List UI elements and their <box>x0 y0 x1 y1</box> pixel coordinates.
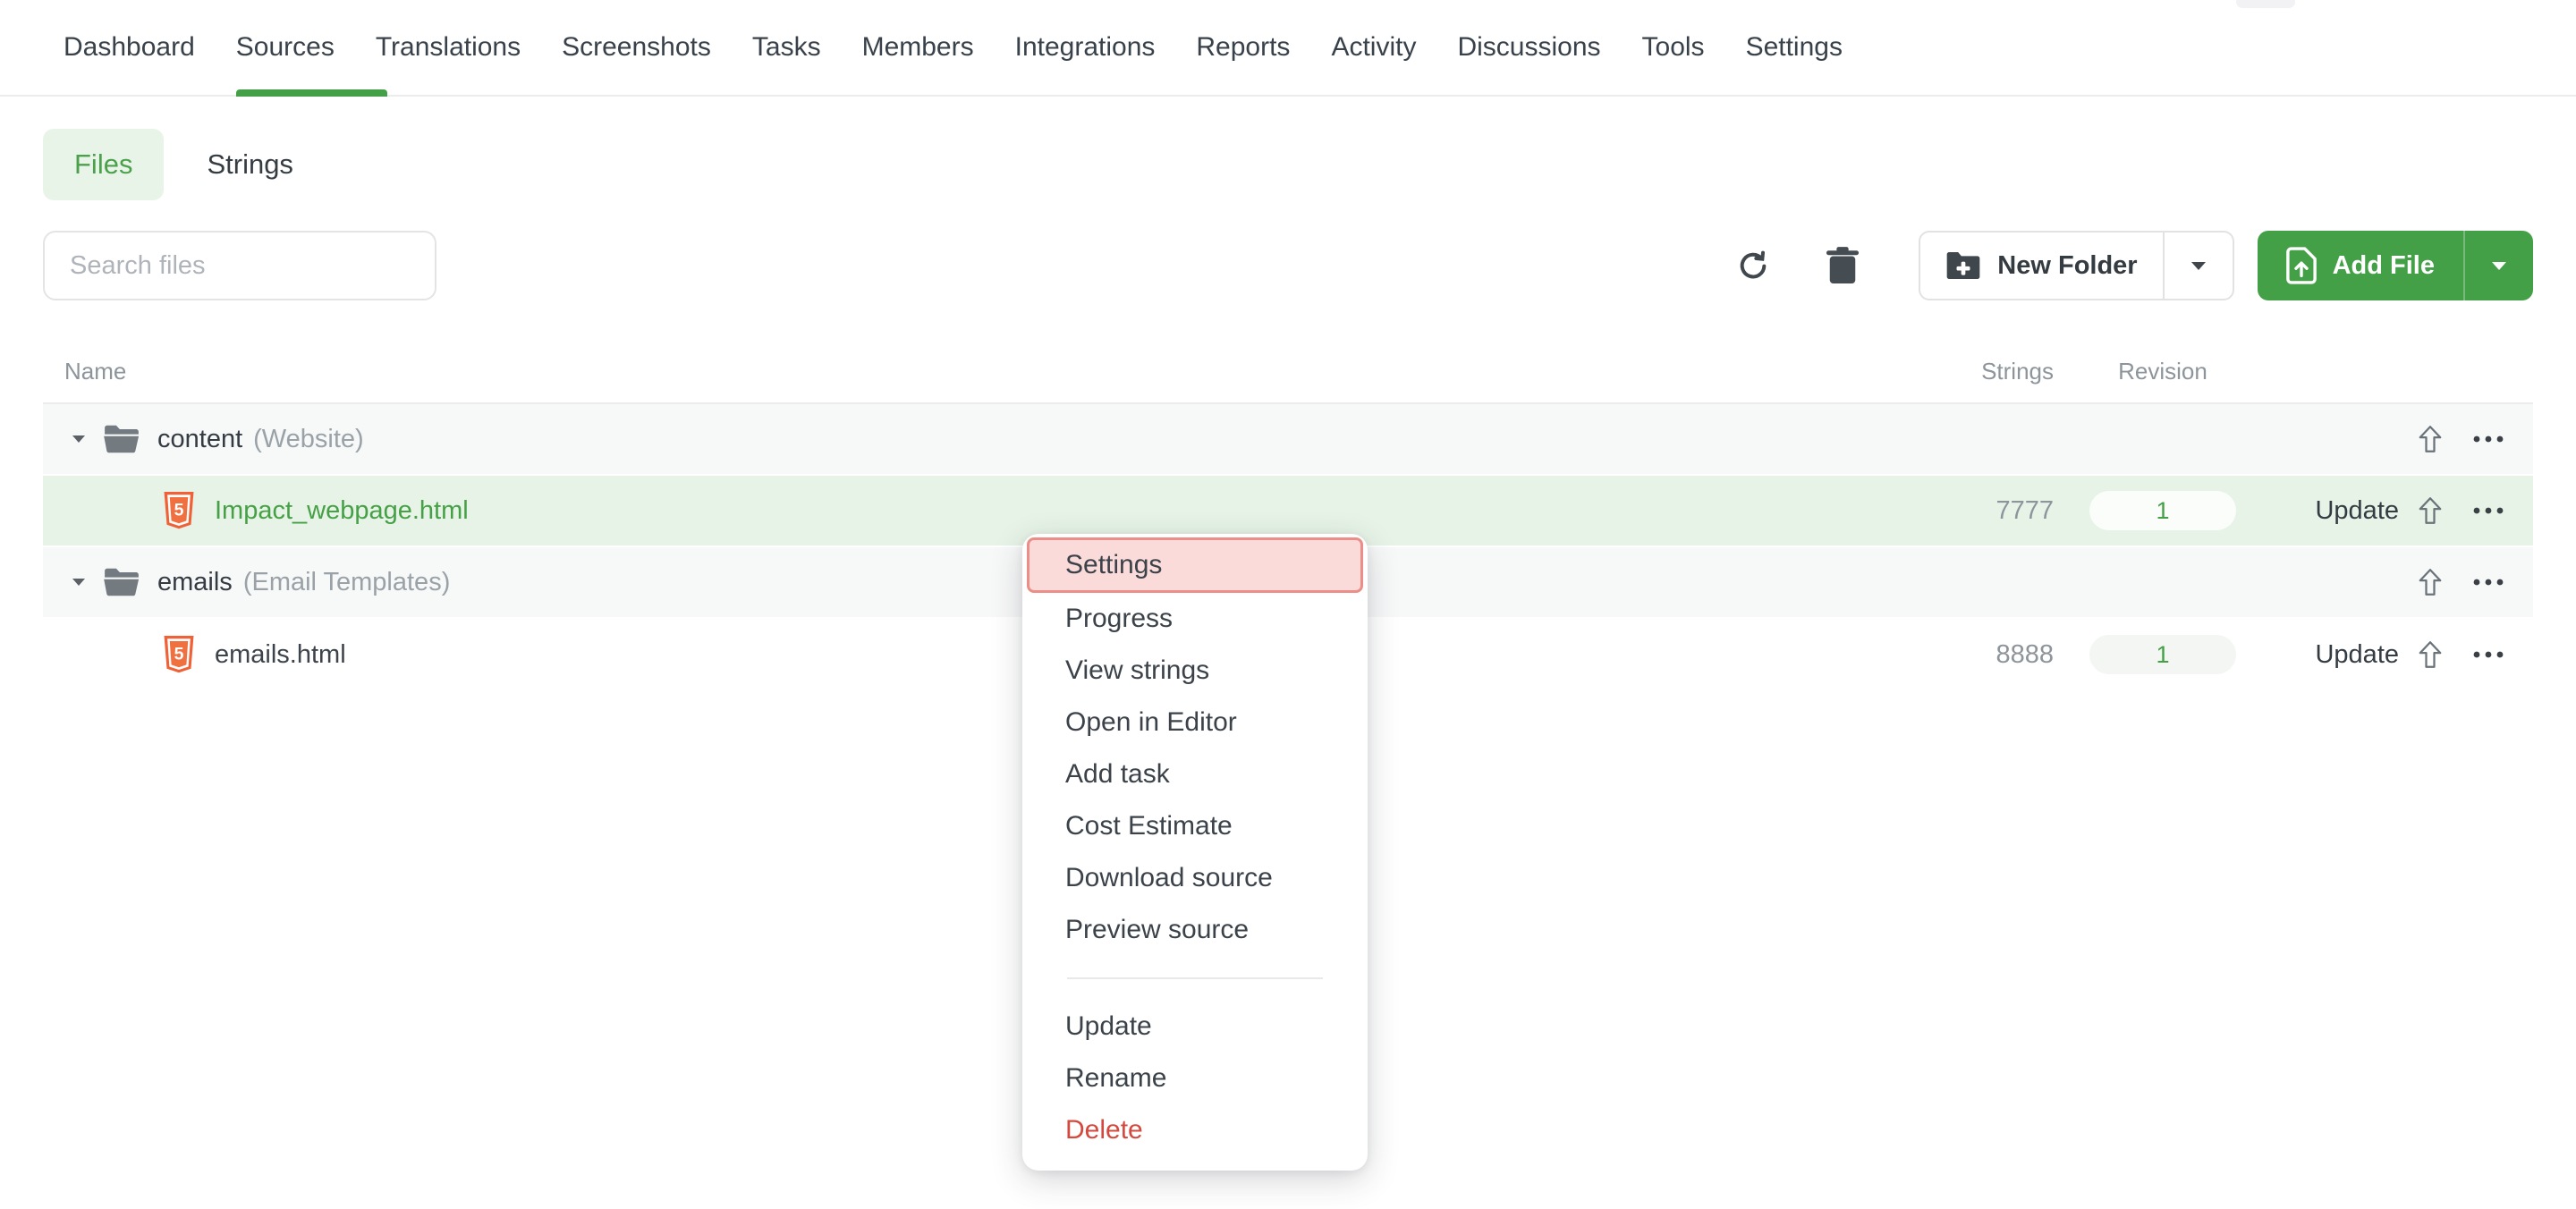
add-file-button-group: Add File <box>2258 231 2533 300</box>
ellipsis-icon <box>2472 578 2504 587</box>
menu-item-rename[interactable]: Rename <box>1022 1053 1368 1104</box>
nav-item-translations[interactable]: Translations <box>355 0 541 95</box>
add-file-button[interactable]: Add File <box>2258 231 2463 300</box>
collapse-caret[interactable] <box>61 434 97 444</box>
folder-note: (Website) <box>253 425 364 454</box>
search-input[interactable] <box>43 231 436 300</box>
strings-count: 7777 <box>1996 496 2054 525</box>
file-upload-icon <box>2286 247 2317 284</box>
new-folder-label: New Folder <box>1997 251 2137 281</box>
menu-item-delete[interactable]: Delete <box>1022 1104 1368 1156</box>
row-more-button[interactable] <box>2462 578 2515 587</box>
nav-item-dashboard[interactable]: Dashboard <box>43 0 216 95</box>
tab-files[interactable]: Files <box>43 129 164 200</box>
upload-arrow-icon <box>2417 639 2444 670</box>
svg-text:5: 5 <box>174 644 184 664</box>
folder-icon <box>102 423 141 455</box>
column-header-name: Name <box>64 358 1946 385</box>
new-folder-button[interactable]: New Folder <box>1920 232 2162 299</box>
sources-subtabs: Files Strings <box>43 129 2533 200</box>
delete-selected-button[interactable] <box>1822 245 1863 286</box>
chevron-down-icon <box>2189 259 2208 272</box>
menu-item-preview-source[interactable]: Preview source <box>1022 904 1368 956</box>
upload-translations-button[interactable] <box>2399 424 2462 454</box>
folder-icon <box>102 566 141 598</box>
refresh-icon <box>1735 248 1771 283</box>
revision-badge: 1 <box>2089 635 2236 674</box>
ellipsis-icon <box>2472 506 2504 515</box>
menu-item-add-task[interactable]: Add task <box>1022 748 1368 800</box>
chevron-down-icon <box>2489 259 2509 272</box>
upload-arrow-icon <box>2417 424 2444 454</box>
menu-item-update[interactable]: Update <box>1022 1001 1368 1053</box>
row-more-button[interactable] <box>2462 435 2515 444</box>
row-more-button[interactable] <box>2462 650 2515 659</box>
ellipsis-icon <box>2472 650 2504 659</box>
menu-item-cost-estimate[interactable]: Cost Estimate <box>1022 800 1368 852</box>
upload-translations-button[interactable] <box>2399 567 2462 597</box>
menu-item-settings[interactable]: Settings <box>1027 537 1363 593</box>
refresh-button[interactable] <box>1733 245 1774 286</box>
ellipsis-icon <box>2472 435 2504 444</box>
nav-item-discussions[interactable]: Discussions <box>1436 0 1621 95</box>
trash-icon <box>1826 247 1860 284</box>
upload-arrow-icon <box>2417 567 2444 597</box>
menu-item-download-source[interactable]: Download source <box>1022 852 1368 904</box>
scrolled-out-fragment <box>2236 0 2295 8</box>
project-nav: Dashboard Sources Translations Screensho… <box>0 0 2576 97</box>
upload-arrow-icon <box>2417 495 2444 526</box>
update-link[interactable]: Update <box>2315 496 2399 525</box>
html5-file-icon: 5 <box>163 636 195 673</box>
table-row-folder-content[interactable]: content (Website) <box>43 404 2533 476</box>
html5-file-icon: 5 <box>163 492 195 529</box>
nav-item-members[interactable]: Members <box>842 0 995 95</box>
nav-item-reports[interactable]: Reports <box>1175 0 1310 95</box>
column-header-revision: Revision <box>2054 358 2272 385</box>
folder-plus-icon <box>1945 250 1981 281</box>
files-toolbar: New Folder Add File <box>43 231 2533 300</box>
column-header-strings: Strings <box>1946 358 2054 385</box>
strings-count: 8888 <box>1996 640 2054 669</box>
upload-translations-button[interactable] <box>2399 639 2462 670</box>
add-file-dropdown-button[interactable] <box>2463 231 2533 300</box>
nav-item-activity[interactable]: Activity <box>1310 0 1436 95</box>
nav-item-tools[interactable]: Tools <box>1622 0 1725 95</box>
table-header-row: Name Strings Revision <box>43 340 2533 404</box>
revision-badge: 1 <box>2089 491 2236 530</box>
folder-name: emails <box>157 568 233 597</box>
file-context-menu: Settings Progress View strings Open in E… <box>1022 534 1368 1171</box>
nav-item-settings[interactable]: Settings <box>1725 0 1863 95</box>
tab-strings[interactable]: Strings <box>207 148 292 181</box>
nav-item-sources[interactable]: Sources <box>216 0 355 95</box>
svg-text:5: 5 <box>174 500 184 520</box>
menu-item-view-strings[interactable]: View strings <box>1022 645 1368 697</box>
add-file-label: Add File <box>2333 251 2435 281</box>
collapse-caret[interactable] <box>61 577 97 588</box>
menu-divider <box>1067 977 1323 979</box>
folder-note: (Email Templates) <box>243 568 451 597</box>
menu-item-open-in-editor[interactable]: Open in Editor <box>1022 697 1368 748</box>
new-folder-dropdown-button[interactable] <box>2163 232 2233 299</box>
file-name-link[interactable]: Impact_webpage.html <box>215 496 469 526</box>
nav-item-tasks[interactable]: Tasks <box>732 0 842 95</box>
upload-translations-button[interactable] <box>2399 495 2462 526</box>
menu-item-progress[interactable]: Progress <box>1022 593 1368 645</box>
update-link[interactable]: Update <box>2315 640 2399 669</box>
folder-name: content <box>157 425 242 454</box>
nav-item-screenshots[interactable]: Screenshots <box>541 0 732 95</box>
new-folder-button-group: New Folder <box>1919 231 2233 300</box>
nav-item-integrations[interactable]: Integrations <box>995 0 1176 95</box>
row-more-button[interactable] <box>2462 506 2515 515</box>
file-name-link[interactable]: emails.html <box>215 640 346 670</box>
